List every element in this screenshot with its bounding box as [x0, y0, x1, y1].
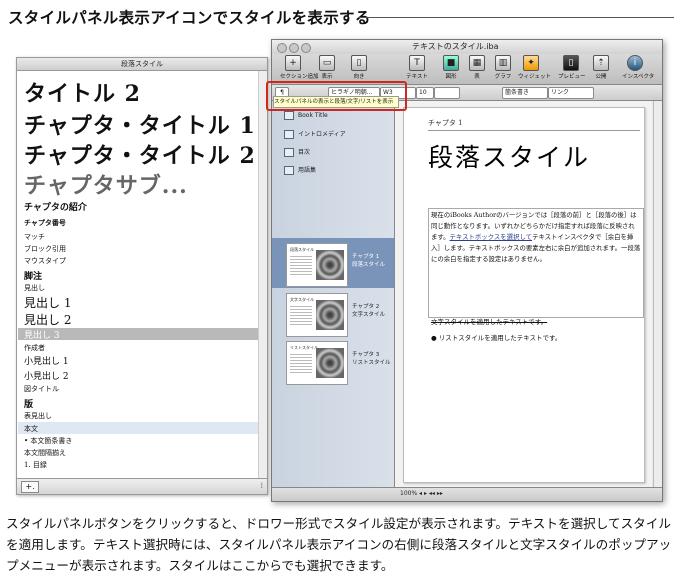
glossary-icon	[284, 166, 294, 175]
flower-image	[316, 300, 344, 330]
close-window-icon[interactable]	[277, 43, 287, 53]
drawer-scrollbar[interactable]	[258, 71, 267, 479]
style-item[interactable]: ブロック引用	[24, 244, 66, 254]
sidebar-item-glossary[interactable]: 用語集	[284, 165, 316, 175]
highlighted-row	[18, 422, 262, 434]
chapter-label: チャプタ 2 文字スタイル	[352, 304, 386, 318]
window-title: テキストのスタイル.iba	[412, 42, 499, 51]
text-icon: T	[409, 55, 425, 71]
publish-button[interactable]: ⇡ 公開	[588, 55, 614, 80]
chapter-thumbnail[interactable]: リストスタイル	[286, 341, 348, 385]
tooltip: スタイルパネルの表示と段落/文字/リストを表示	[273, 96, 399, 108]
section-heading: スタイルパネル表示アイコンでスタイルを表示する	[8, 9, 371, 27]
chart-icon: ▥	[495, 55, 511, 71]
preview-button[interactable]: ▯ プレビュー	[558, 55, 586, 80]
list-style-select[interactable]: 箇条書き	[502, 87, 548, 99]
view-button[interactable]: ▭ 表示	[314, 55, 340, 80]
publish-icon: ⇡	[593, 55, 609, 71]
style-item[interactable]: 版	[24, 397, 33, 410]
char-style-sample[interactable]: 文字スタイルを適用したテキストです。	[431, 316, 547, 326]
plus-icon: +	[285, 55, 301, 71]
style-item[interactable]: 1. 目録	[24, 460, 47, 470]
zoom-window-icon[interactable]	[301, 43, 311, 53]
style-item[interactable]: 見出し 2	[24, 311, 71, 328]
style-item[interactable]: 図タイトル	[24, 384, 59, 394]
textbox-button[interactable]: T テキスト	[404, 55, 430, 80]
style-item[interactable]: チャプタ番号	[24, 218, 66, 228]
style-item[interactable]: チャプタの紹介	[24, 200, 87, 213]
sidebar-item-toc[interactable]: 目次	[284, 147, 310, 157]
style-item[interactable]: 表見出し	[24, 411, 52, 421]
book-icon	[284, 111, 294, 120]
orientation-button[interactable]: ▯ 向き	[346, 55, 372, 80]
chapter-thumbnail[interactable]: 段落スタイル	[286, 243, 348, 287]
style-item[interactable]: 見出し	[24, 283, 45, 293]
chapter-thumbnail[interactable]: 文字スタイル	[286, 293, 348, 337]
caption-text: スタイルパネルボタンをクリックすると、ドロワー形式でスタイル設定が表示されます。…	[6, 516, 672, 573]
shape-button[interactable]: ■ 図形	[438, 55, 464, 80]
view-icon: ▭	[319, 55, 335, 71]
resize-grip-icon[interactable]: ⁞	[260, 481, 263, 490]
style-item[interactable]: チャプタサブ...	[24, 168, 188, 200]
chapter-number[interactable]: チャプタ 1	[428, 118, 463, 128]
minimize-window-icon[interactable]	[289, 43, 299, 53]
status-bar: 100% ◂ ▸ ◂◂ ▸▸	[272, 487, 662, 501]
body-text[interactable]: 現在のiBooks Authorのバージョンでは［段落の前］と［段落の後］は同じ…	[431, 210, 641, 265]
list-icon	[284, 148, 294, 157]
table-button[interactable]: ▦ 表	[464, 55, 490, 80]
drawer-title: 段落スタイル	[17, 58, 267, 71]
heading-rule	[358, 17, 674, 18]
style-item[interactable]: 小見出し 1	[24, 354, 69, 367]
style-item[interactable]: 本文間隔揃え	[24, 448, 66, 458]
sidebar-item-intro-media[interactable]: イントロメディア	[284, 129, 346, 139]
style-item[interactable]: タイトル 2	[24, 76, 141, 108]
table-icon: ▦	[469, 55, 485, 71]
style-item[interactable]: マウスタイプ	[24, 256, 66, 266]
canvas-scrollbar[interactable]	[653, 101, 662, 487]
preview-icon: ▯	[563, 55, 579, 71]
style-item[interactable]: チャプタ・タイトル 2	[24, 138, 256, 170]
flower-image	[316, 348, 344, 378]
chapter-rule	[428, 130, 640, 131]
style-item[interactable]: 本文	[24, 424, 38, 434]
media-icon	[284, 130, 294, 139]
style-item[interactable]: 見出し 3	[24, 328, 60, 341]
style-item[interactable]: チャプタ・タイトル 1	[24, 108, 256, 140]
book-sidebar: Book Title イントロメディア 目次 用語集 段落スタイル チャプタ 1…	[272, 101, 395, 487]
style-item[interactable]: 脚注	[24, 269, 42, 282]
list-style-sample[interactable]: ● リストスタイルを適用したテキストです。	[431, 332, 561, 342]
add-style-button[interactable]: +.	[21, 481, 39, 493]
add-section-button[interactable]: + セクション追加	[280, 55, 319, 80]
style-drawer: 段落スタイル タイトル 2 チャプタ・タイトル 1 チャプタ・タイトル 2 チャ…	[16, 57, 268, 495]
widget-button[interactable]: ✦ ウィジェット	[518, 55, 551, 80]
widget-icon: ✦	[523, 55, 539, 71]
font-size-field[interactable]: 10	[416, 87, 434, 99]
info-icon: i	[627, 55, 643, 71]
chapter-label: チャプタ 3 リストスタイル	[352, 352, 391, 366]
zoom-control[interactable]: 100% ◂ ▸ ◂◂ ▸▸	[400, 490, 443, 497]
orientation-icon: ▯	[351, 55, 367, 71]
chapter-label: チャプタ 1 段落スタイル	[352, 254, 386, 268]
chart-button[interactable]: ▥ グラフ	[490, 55, 516, 80]
style-item[interactable]: • 本文箇条書き	[24, 436, 72, 446]
page-title[interactable]: 段落スタイル	[428, 138, 590, 174]
title-bar: テキストのスタイル.iba	[272, 40, 662, 54]
style-item[interactable]: 見出し 1	[24, 294, 71, 311]
style-item[interactable]: マッチ	[24, 232, 45, 242]
flower-image	[316, 250, 344, 280]
shape-icon: ■	[443, 55, 459, 71]
page[interactable]: チャプタ 1 段落スタイル 現在のiBooks Authorのバージョンでは［段…	[403, 107, 645, 483]
text-color-well[interactable]	[434, 87, 460, 99]
style-item[interactable]: 作成者	[24, 343, 45, 353]
drawer-bottom-bar: +. ⁞	[17, 478, 267, 494]
inspector-button[interactable]: i インスペクタ	[622, 55, 654, 80]
style-item[interactable]: 小見出し 2	[24, 369, 69, 382]
char-style-select[interactable]: リンク	[548, 87, 594, 99]
page-canvas: チャプタ 1 段落スタイル 現在のiBooks Authorのバージョンでは［段…	[395, 101, 652, 487]
sidebar-item-book-title[interactable]: Book Title	[284, 111, 328, 120]
